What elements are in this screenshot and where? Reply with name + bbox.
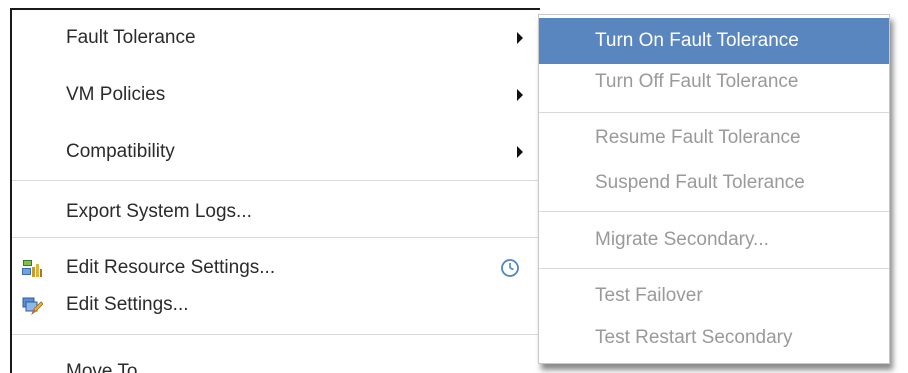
menu-item-move-to[interactable]: Move To... [12,344,540,373]
context-menu: Fault Tolerance VM Policies Compatibilit… [10,8,540,373]
resource-settings-icon [21,257,43,279]
submenu-separator [539,112,889,113]
menu-item-label: Compatibility [66,141,175,162]
clock-icon [500,258,520,278]
submenu-item-suspend-fault-tolerance[interactable]: Suspend Fault Tolerance [539,160,889,206]
submenu-item-label: Migrate Secondary... [595,229,769,250]
menu-item-edit-settings[interactable]: Edit Settings... [12,283,540,327]
fault-tolerance-submenu: Turn On Fault Tolerance Turn Off Fault T… [538,14,890,364]
submenu-item-label: Suspend Fault Tolerance [595,172,805,193]
submenu-item-label: Test Restart Secondary [595,327,793,348]
menu-item-export-system-logs[interactable]: Export System Logs... [12,190,540,234]
submenu-item-migrate-secondary[interactable]: Migrate Secondary... [539,217,889,263]
submenu-arrow-icon [517,146,523,158]
menu-item-label: Edit Settings... [66,294,189,315]
submenu-item-label: Turn Off Fault Tolerance [595,71,799,92]
menu-item-label: Fault Tolerance [66,27,196,48]
submenu-item-test-failover[interactable]: Test Failover [539,273,889,319]
submenu-item-test-restart-secondary[interactable]: Test Restart Secondary [539,315,889,361]
menu-item-label: Export System Logs... [66,201,252,222]
menu-item-label: Move To... [66,361,154,373]
edit-settings-icon [21,294,44,316]
menu-item-vm-policies[interactable]: VM Policies [12,73,540,117]
menu-item-label: VM Policies [66,84,166,105]
menu-item-compatibility[interactable]: Compatibility [12,130,540,174]
submenu-item-label: Test Failover [595,285,703,306]
submenu-item-turn-off-fault-tolerance[interactable]: Turn Off Fault Tolerance [539,59,889,105]
menu-separator [12,237,540,238]
submenu-item-label: Resume Fault Tolerance [595,127,801,148]
submenu-arrow-icon [517,32,523,44]
menu-separator [12,334,540,335]
menu-item-fault-tolerance[interactable]: Fault Tolerance [12,16,540,60]
submenu-separator [539,211,889,212]
menu-separator [12,180,540,181]
submenu-separator [539,268,889,269]
submenu-item-turn-on-fault-tolerance[interactable]: Turn On Fault Tolerance [539,18,889,64]
submenu-item-resume-fault-tolerance[interactable]: Resume Fault Tolerance [539,115,889,161]
submenu-arrow-icon [517,89,523,101]
menu-item-label: Edit Resource Settings... [66,257,276,278]
submenu-item-label: Turn On Fault Tolerance [595,30,799,51]
screenshot-frame: Fault Tolerance VM Policies Compatibilit… [0,0,908,373]
